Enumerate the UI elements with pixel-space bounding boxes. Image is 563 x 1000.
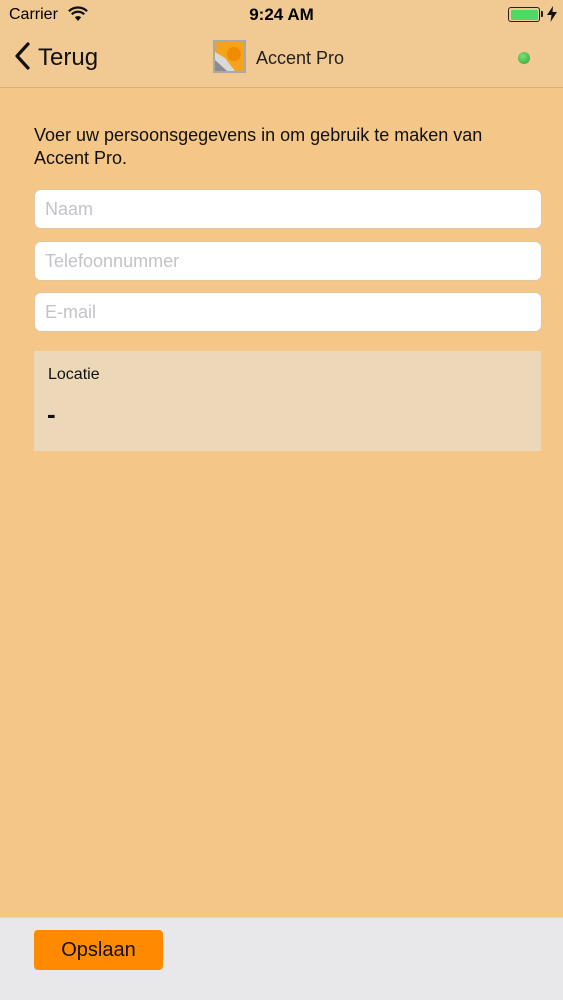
- location-label: Locatie: [48, 366, 100, 383]
- charging-icon: [547, 6, 557, 27]
- name-input[interactable]: [34, 189, 542, 229]
- email-input[interactable]: [34, 292, 542, 332]
- back-button[interactable]: Terug: [14, 40, 98, 76]
- app-title: Accent Pro: [256, 48, 345, 68]
- status-bar: Carrier 9:24 AM: [0, 0, 563, 30]
- accent-pro-logo-icon: [213, 40, 246, 73]
- connection-status-icon: [518, 52, 530, 64]
- status-time: 9:24 AM: [249, 5, 314, 24]
- phone-input[interactable]: [34, 241, 542, 281]
- navigation-bar: Terug Accent Pro: [0, 30, 563, 88]
- intro-text: Voer uw persoonsgegevens in om gebruik t…: [34, 125, 483, 168]
- location-selector[interactable]: Locatie -: [34, 351, 541, 451]
- battery-icon: [508, 7, 540, 22]
- location-value: -: [47, 399, 56, 429]
- footer-toolbar: Opslaan: [0, 917, 563, 1000]
- save-button[interactable]: Opslaan: [34, 930, 163, 970]
- chevron-left-icon: [14, 41, 30, 75]
- back-label: Terug: [38, 44, 99, 71]
- battery-nub: [541, 11, 543, 17]
